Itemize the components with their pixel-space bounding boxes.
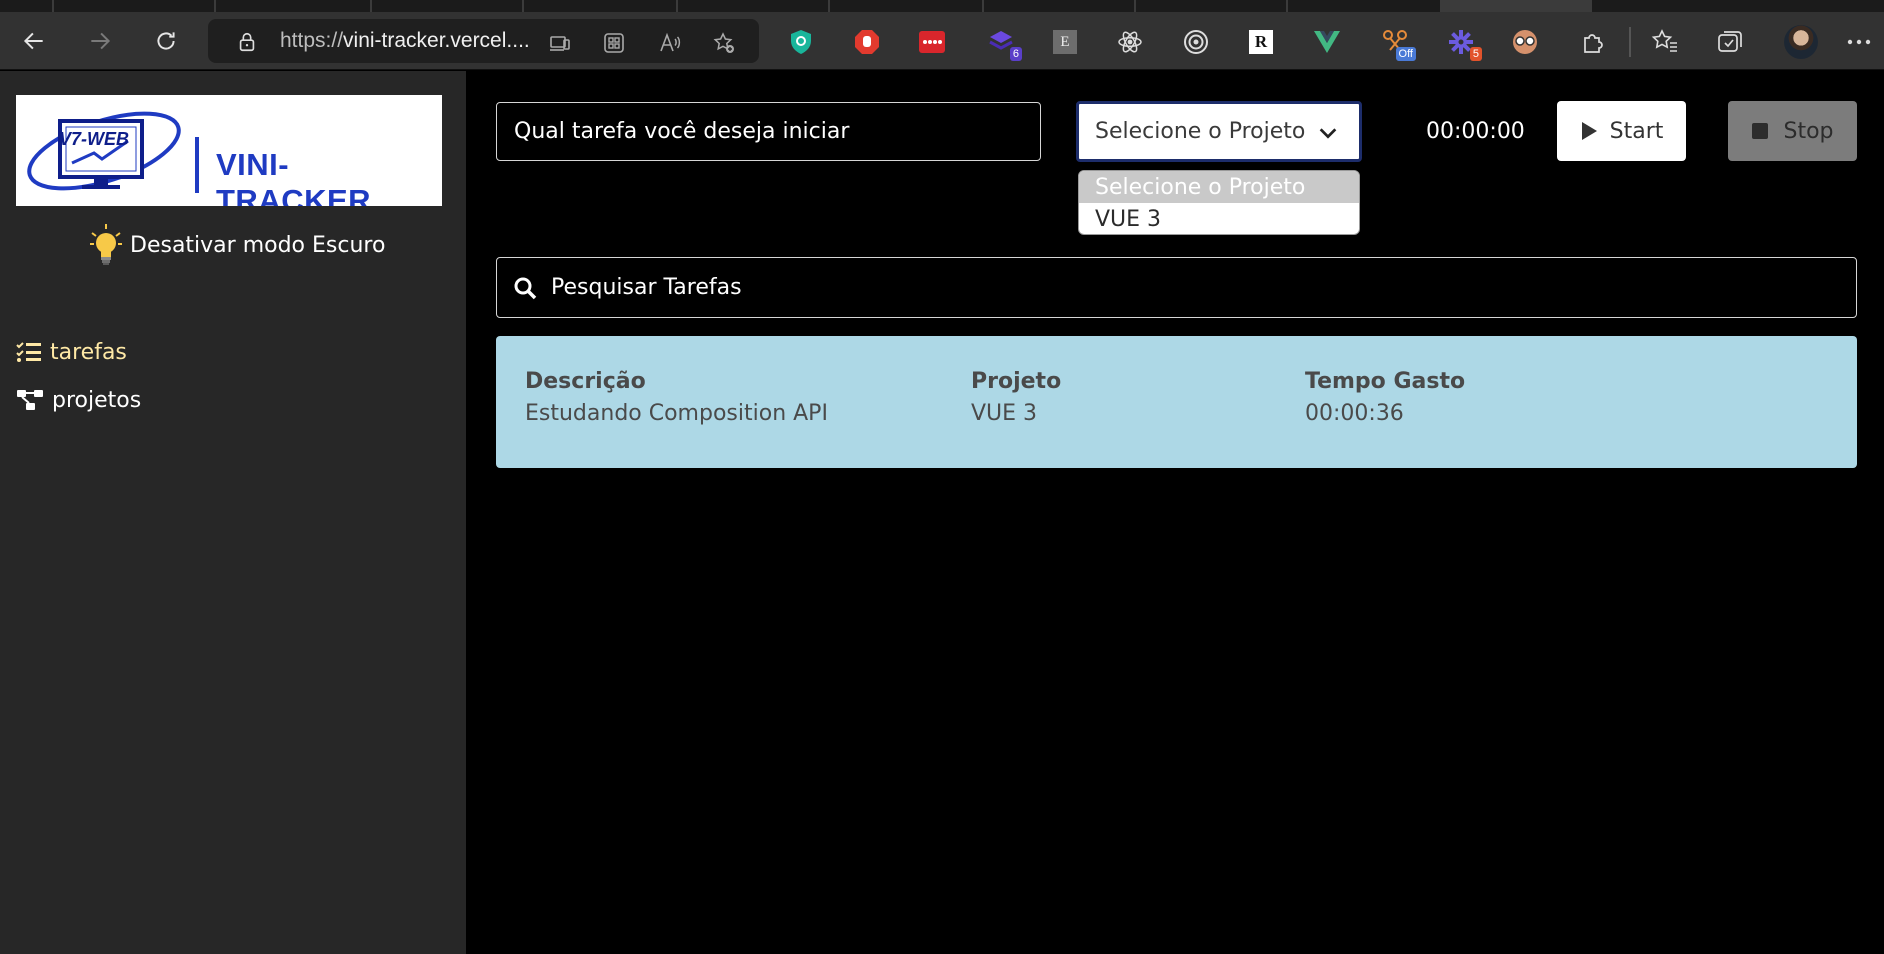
time-header: Tempo Gasto (1305, 369, 1466, 394)
task-search-input[interactable]: Pesquisar Tarefas (496, 257, 1857, 318)
app-logo[interactable]: V7-WEB VINI-TRACKER (16, 95, 442, 206)
task-card[interactable]: Descrição Estudando Composition API Proj… (496, 336, 1857, 468)
active-tab[interactable] (1440, 0, 1592, 12)
read-aloud-icon[interactable] (658, 31, 682, 55)
project-dropdown: Selecione o Projeto VUE 3 (1078, 170, 1360, 235)
forward-button[interactable] (80, 25, 120, 57)
task-description-column: Descrição Estudando Composition API (525, 369, 828, 426)
profile-avatar[interactable] (1784, 25, 1818, 59)
stop-button[interactable]: Stop (1728, 101, 1857, 161)
play-icon (1581, 122, 1597, 140)
project-header: Projeto (971, 369, 1062, 394)
logo-tag: V7-WEB (59, 129, 130, 149)
refresh-button[interactable] (146, 25, 186, 57)
back-button[interactable] (14, 25, 54, 57)
logo-brand: VINI-TRACKER (216, 147, 372, 206)
shield-extension-icon[interactable] (784, 25, 818, 59)
tab-separator (1134, 0, 1136, 12)
extension-badge: 6 (1009, 47, 1022, 61)
toolbar-divider (1629, 27, 1631, 57)
project-select-value: Selecione o Projeto (1095, 119, 1306, 144)
list-check-icon (16, 342, 41, 362)
add-favorite-icon[interactable] (712, 31, 736, 55)
url-domain: vini-tracker.vercel.... (343, 29, 530, 52)
search-placeholder: Pesquisar Tarefas (551, 275, 742, 300)
more-options-icon[interactable] (1842, 25, 1876, 59)
hand-stop-extension-icon[interactable] (850, 25, 884, 59)
tab-separator (522, 0, 524, 12)
scissors-extension-icon[interactable]: Off (1378, 25, 1416, 61)
stop-square-icon (1752, 123, 1769, 139)
task-input-placeholder: Qual tarefa você deseja iniciar (514, 119, 850, 144)
logo-divider (195, 137, 199, 193)
search-icon (514, 277, 537, 299)
tab-separator (214, 0, 216, 12)
arrow-right-icon (91, 32, 111, 50)
extensions-puzzle-icon[interactable] (1576, 25, 1610, 59)
stop-label: Stop (1783, 118, 1834, 144)
app-available-icon[interactable] (548, 31, 572, 55)
sidebar-item-label: projetos (52, 387, 142, 413)
tab-separator (828, 0, 830, 12)
address-bar[interactable]: https://vini-tracker.vercel.... (208, 19, 759, 63)
dark-mode-toggle[interactable]: Desativar modo Escuro (88, 223, 385, 267)
lightbulb-icon (90, 224, 122, 265)
task-description-input[interactable]: Qual tarefa você deseja iniciar (496, 102, 1041, 161)
refresh-icon (157, 32, 175, 50)
url-text[interactable]: https://vini-tracker.vercel.... (280, 29, 530, 53)
sidebar-item-tarefas[interactable]: tarefas (0, 330, 466, 374)
sidebar-item-label: tarefas (50, 339, 127, 365)
monitor-logo-icon (27, 111, 181, 191)
vue-extension-icon[interactable] (1310, 25, 1344, 59)
browser-toolbar: https://vini-tracker.vercel.... 6 E R Of… (0, 12, 1884, 70)
url-prefix: https:// (280, 29, 344, 52)
timer-display: 00:00:00 (1426, 119, 1525, 144)
task-description: Estudando Composition API (525, 401, 828, 426)
project-option[interactable]: VUE 3 (1079, 203, 1359, 234)
main-content: Qual tarefa você deseja iniciar Selecion… (466, 71, 1884, 954)
sidebar: V7-WEB VINI-TRACKER Desativar modo Escur… (0, 71, 466, 954)
task-project: VUE 3 (971, 401, 1038, 426)
react-extension-icon[interactable] (1113, 25, 1147, 59)
password-extension-icon[interactable] (915, 25, 949, 59)
letter-e-extension-icon[interactable]: E (1048, 25, 1082, 59)
task-project-column: Projeto VUE 3 (971, 369, 1061, 426)
arrow-left-icon (23, 32, 43, 50)
lock-icon[interactable] (236, 31, 258, 53)
favorites-icon[interactable] (1648, 25, 1682, 59)
sidebar-item-projetos[interactable]: projetos (0, 378, 466, 422)
chevron-down-icon (1319, 128, 1337, 139)
tab-separator (370, 0, 372, 12)
immersive-reader-icon[interactable] (602, 31, 626, 55)
task-time: 00:00:36 (1305, 401, 1404, 426)
stack-extension-icon[interactable]: 6 (984, 25, 1022, 61)
collections-icon[interactable] (1713, 25, 1747, 59)
tab-strip (0, 0, 1884, 12)
project-option[interactable]: Selecione o Projeto (1079, 171, 1359, 203)
description-header: Descrição (525, 369, 646, 394)
glasses-extension-icon[interactable] (1508, 25, 1542, 59)
extension-badge: Off (1395, 47, 1416, 61)
gear-extension-icon[interactable]: 5 (1444, 25, 1482, 61)
dark-mode-label: Desativar modo Escuro (130, 232, 386, 258)
project-diagram-icon (17, 390, 43, 410)
start-button[interactable]: Start (1557, 101, 1686, 161)
task-time-column: Tempo Gasto 00:00:36 (1305, 369, 1465, 426)
r-extension-icon[interactable]: R (1244, 25, 1278, 59)
tab-separator (676, 0, 678, 12)
extension-badge: 5 (1469, 47, 1482, 61)
project-select[interactable]: Selecione o Projeto (1076, 101, 1362, 162)
start-label: Start (1609, 118, 1664, 144)
tab-separator (982, 0, 984, 12)
tab-separator (52, 0, 54, 12)
target-extension-icon[interactable] (1179, 25, 1213, 59)
tab-separator (1286, 0, 1288, 12)
